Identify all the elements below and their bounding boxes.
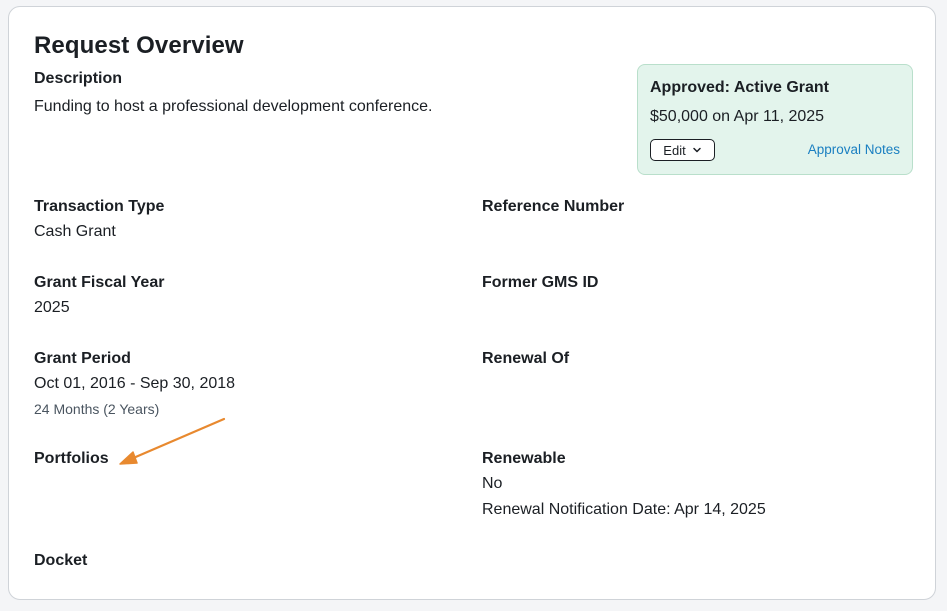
renewal-of-label: Renewal Of — [482, 350, 570, 367]
grant-fiscal-year-value: 2025 — [34, 299, 70, 316]
former-gms-id-label: Former GMS ID — [482, 274, 599, 291]
transaction-type-value: Cash Grant — [34, 223, 116, 240]
chevron-down-icon — [692, 147, 701, 153]
edit-button[interactable]: Edit — [650, 139, 715, 161]
grant-period-duration: 24 Months (2 Years) — [34, 401, 160, 417]
description-label: Description — [34, 70, 123, 87]
grant-period-label: Grant Period — [34, 350, 131, 367]
status-title: Approved: Active Grant — [650, 79, 829, 96]
request-overview-card: Request Overview Description Funding to … — [8, 6, 936, 600]
reference-number-label: Reference Number — [482, 198, 625, 215]
renewal-notification-date: Renewal Notification Date: Apr 14, 2025 — [482, 501, 766, 518]
page-title: Request Overview — [34, 32, 244, 59]
renewable-label: Renewable — [482, 450, 566, 467]
status-amount: $50,000 on Apr 11, 2025 — [650, 108, 825, 125]
renewable-value: No — [482, 475, 503, 492]
approval-status-box: Approved: Active Grant $50,000 on Apr 11… — [637, 64, 913, 175]
approval-notes-link[interactable]: Approval Notes — [808, 142, 900, 157]
edit-button-label: Edit — [663, 142, 686, 158]
grant-fiscal-year-label: Grant Fiscal Year — [34, 274, 165, 291]
transaction-type-label: Transaction Type — [34, 198, 165, 215]
description-value: Funding to host a professional developme… — [34, 98, 433, 115]
portfolios-label: Portfolios — [34, 450, 109, 467]
docket-label: Docket — [34, 552, 88, 569]
grant-period-value: Oct 01, 2016 - Sep 30, 2018 — [34, 375, 236, 392]
